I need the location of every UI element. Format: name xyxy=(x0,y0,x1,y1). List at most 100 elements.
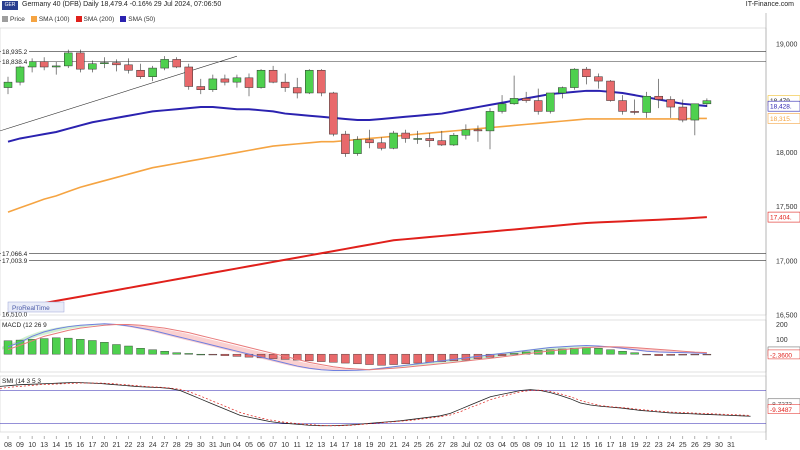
price-tag-right: 18,315. xyxy=(770,116,792,123)
x-axis-label: 28 xyxy=(173,442,181,449)
x-axis-label: 15 xyxy=(583,442,591,449)
candle-body xyxy=(401,132,410,139)
candle-body xyxy=(305,69,314,94)
chart-canvas[interactable]: 16,50017,00017,50018,00018,50019,00018,9… xyxy=(0,0,800,450)
macd-histogram-bar xyxy=(329,353,338,363)
candle-body xyxy=(630,111,639,113)
candle-body xyxy=(533,100,543,112)
price-axis-tick: 16,500 xyxy=(776,313,798,320)
candle-body xyxy=(570,68,579,88)
candle-body xyxy=(521,98,531,101)
price-axis-tick: 17,500 xyxy=(776,204,798,211)
x-axis-label: 23 xyxy=(655,442,663,449)
candle-body xyxy=(292,87,302,94)
x-axis-label: 11 xyxy=(559,442,566,449)
x-axis-label: 16 xyxy=(76,442,84,449)
macd-histogram-bar xyxy=(690,353,700,356)
price-tag-right: 17,404. xyxy=(770,215,792,222)
macd-histogram-bar xyxy=(642,353,651,356)
x-axis-label: 10 xyxy=(546,442,554,449)
x-axis-label: 09 xyxy=(534,442,542,449)
x-axis-label: 25 xyxy=(414,442,422,449)
x-axis-label: 02 xyxy=(474,442,482,449)
smi-value-tag: -9.3487 xyxy=(770,407,792,414)
macd-axis-tick: 200 xyxy=(776,322,788,329)
candle-body xyxy=(690,103,700,121)
x-axis-label: 18 xyxy=(354,442,362,449)
macd-histogram-bar xyxy=(76,339,85,355)
macd-histogram-bar xyxy=(220,353,230,356)
candle-body xyxy=(220,78,230,83)
candle-body xyxy=(654,95,663,100)
candle-body xyxy=(256,69,266,88)
macd-histogram-bar xyxy=(341,353,350,364)
x-axis-label: 26 xyxy=(691,442,699,449)
candle-body xyxy=(88,63,97,70)
macd-histogram-bar xyxy=(100,342,109,355)
macd-histogram-bar xyxy=(208,353,218,356)
candle-body xyxy=(3,81,13,88)
candle-body xyxy=(341,133,350,154)
x-axis-label: 21 xyxy=(390,442,398,449)
macd-histogram-bar xyxy=(160,351,169,355)
x-axis-label: 29 xyxy=(703,442,711,449)
candle-body xyxy=(485,111,495,132)
macd-histogram-bar xyxy=(413,353,422,364)
x-axis-label: 19 xyxy=(631,442,639,449)
price-panel xyxy=(0,27,767,316)
price-axis-tick: 18,000 xyxy=(776,150,798,157)
candle-body xyxy=(329,92,338,135)
x-axis-label: 12 xyxy=(305,442,313,449)
candle-body xyxy=(124,64,133,71)
macd-histogram-bar xyxy=(618,351,627,355)
macd-histogram-bar xyxy=(52,337,61,355)
candle-body xyxy=(558,87,567,94)
macd-histogram-bar xyxy=(172,352,181,355)
macd-histogram-bar xyxy=(702,353,712,356)
x-axis-label: 25 xyxy=(679,442,687,449)
watermark-text: ProRealTime xyxy=(12,305,50,312)
candle-body xyxy=(606,80,615,101)
macd-histogram-bar xyxy=(232,353,242,357)
macd-histogram-bar xyxy=(136,348,145,355)
x-axis-label: 18 xyxy=(619,442,627,449)
candle-body xyxy=(160,59,169,69)
macd-histogram-bar xyxy=(317,353,326,362)
macd-histogram-bar xyxy=(678,353,687,356)
price-tag-left: 18,935.2 xyxy=(2,49,28,56)
x-axis-label: 17 xyxy=(607,442,615,449)
x-axis-label: 07 xyxy=(269,442,277,449)
macd-histogram-bar xyxy=(594,348,603,355)
x-axis-label: 17 xyxy=(88,442,96,449)
candle-body xyxy=(413,138,422,140)
candle-body xyxy=(353,139,362,154)
candle-body xyxy=(184,66,193,87)
candle-body xyxy=(678,106,688,121)
macd-axis-tick: 100 xyxy=(776,337,788,344)
x-axis-label: 24 xyxy=(149,442,157,449)
smi-signal-line xyxy=(0,382,751,427)
macd-histogram-bar xyxy=(365,353,374,365)
macd-histogram-bar xyxy=(268,353,278,359)
candle-body xyxy=(317,69,326,94)
x-axis-label: 13 xyxy=(317,442,325,449)
x-axis-label: 05 xyxy=(245,442,253,449)
candle-body xyxy=(64,52,73,67)
candle-body xyxy=(112,62,121,66)
x-axis-label: 10 xyxy=(28,442,36,449)
x-axis-label: 27 xyxy=(438,442,446,449)
candle-body xyxy=(425,138,434,141)
candle-body xyxy=(702,100,712,105)
candle-body xyxy=(509,98,519,105)
candle-body xyxy=(642,95,651,113)
x-axis-label: 23 xyxy=(137,442,145,449)
x-axis-label: 12 xyxy=(570,442,578,449)
x-axis-label: 30 xyxy=(715,442,723,449)
x-axis-label: 31 xyxy=(209,442,217,449)
x-axis-label: 11 xyxy=(294,442,301,449)
candle-body xyxy=(27,61,37,68)
candle-body xyxy=(461,129,471,136)
macd-histogram-bar xyxy=(425,353,434,363)
x-axis-label: 16 xyxy=(595,442,603,449)
macd-histogram-bar xyxy=(124,345,133,355)
